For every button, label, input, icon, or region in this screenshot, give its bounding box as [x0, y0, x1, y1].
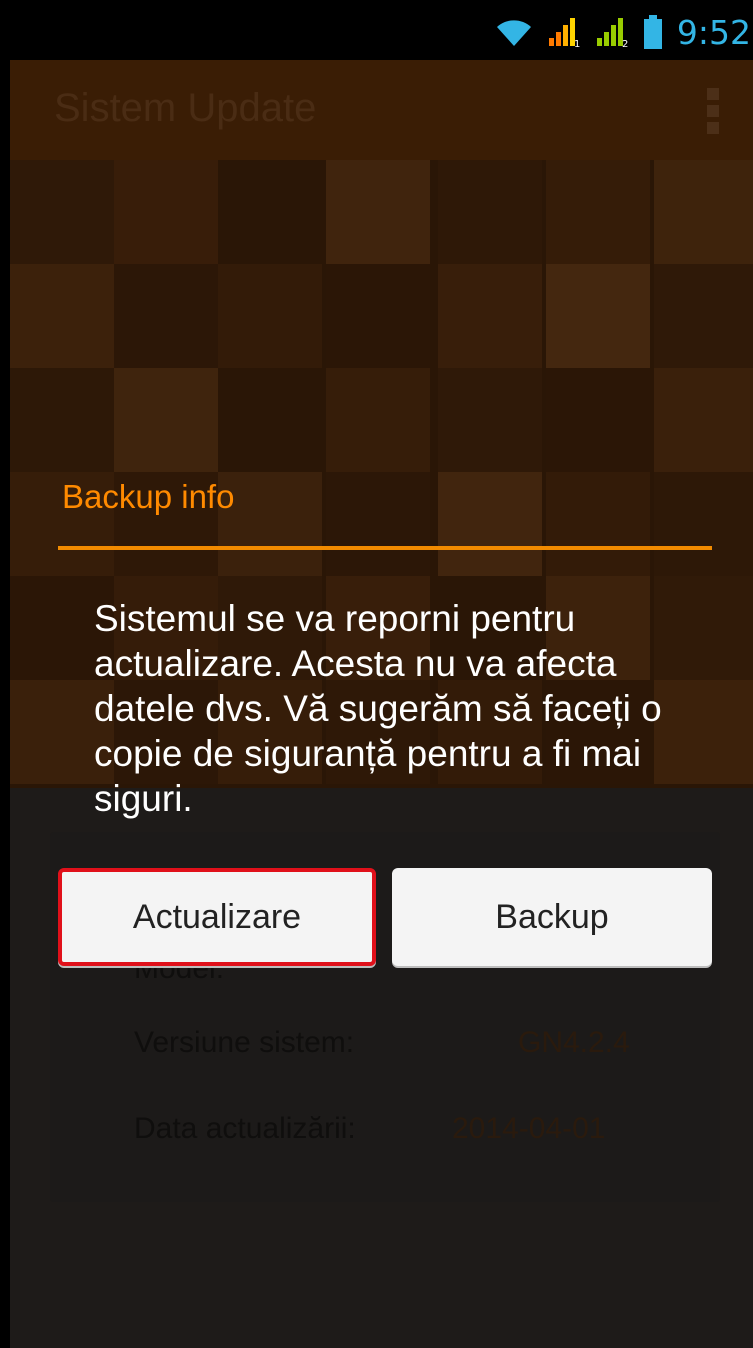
status-time: 9:52: [676, 12, 751, 52]
svg-text:1: 1: [574, 39, 580, 48]
battery-icon: [643, 15, 663, 49]
app-title: Sistem Update: [54, 86, 317, 130]
status-bar: 1 2 9:52: [0, 0, 753, 60]
update-button[interactable]: Actualizare: [58, 868, 376, 966]
backup-button[interactable]: Backup: [392, 868, 712, 966]
app-bar: Sistem Update: [10, 60, 753, 160]
overflow-menu-icon[interactable]: [707, 88, 721, 134]
signal-sim1-icon: 1: [547, 16, 581, 48]
update-date-value: 2014-04-01: [452, 1112, 606, 1145]
wifi-icon: [495, 16, 533, 48]
screen: 1 2 9:52 Sistem Update Model: Versiune s…: [0, 0, 753, 1348]
system-version-value: GN4.2.4: [518, 1026, 630, 1059]
app-background: Sistem Update Model: Versiune sistem: GN…: [10, 60, 753, 1348]
system-version-label: Versiune sistem:: [134, 1026, 355, 1059]
status-icons: 1 2 9:52: [495, 10, 753, 54]
header-mosaic: [10, 160, 753, 788]
svg-text:2: 2: [622, 39, 628, 48]
signal-sim2-icon: 2: [595, 16, 629, 48]
update-date-label: Data actualizării:: [134, 1112, 356, 1145]
